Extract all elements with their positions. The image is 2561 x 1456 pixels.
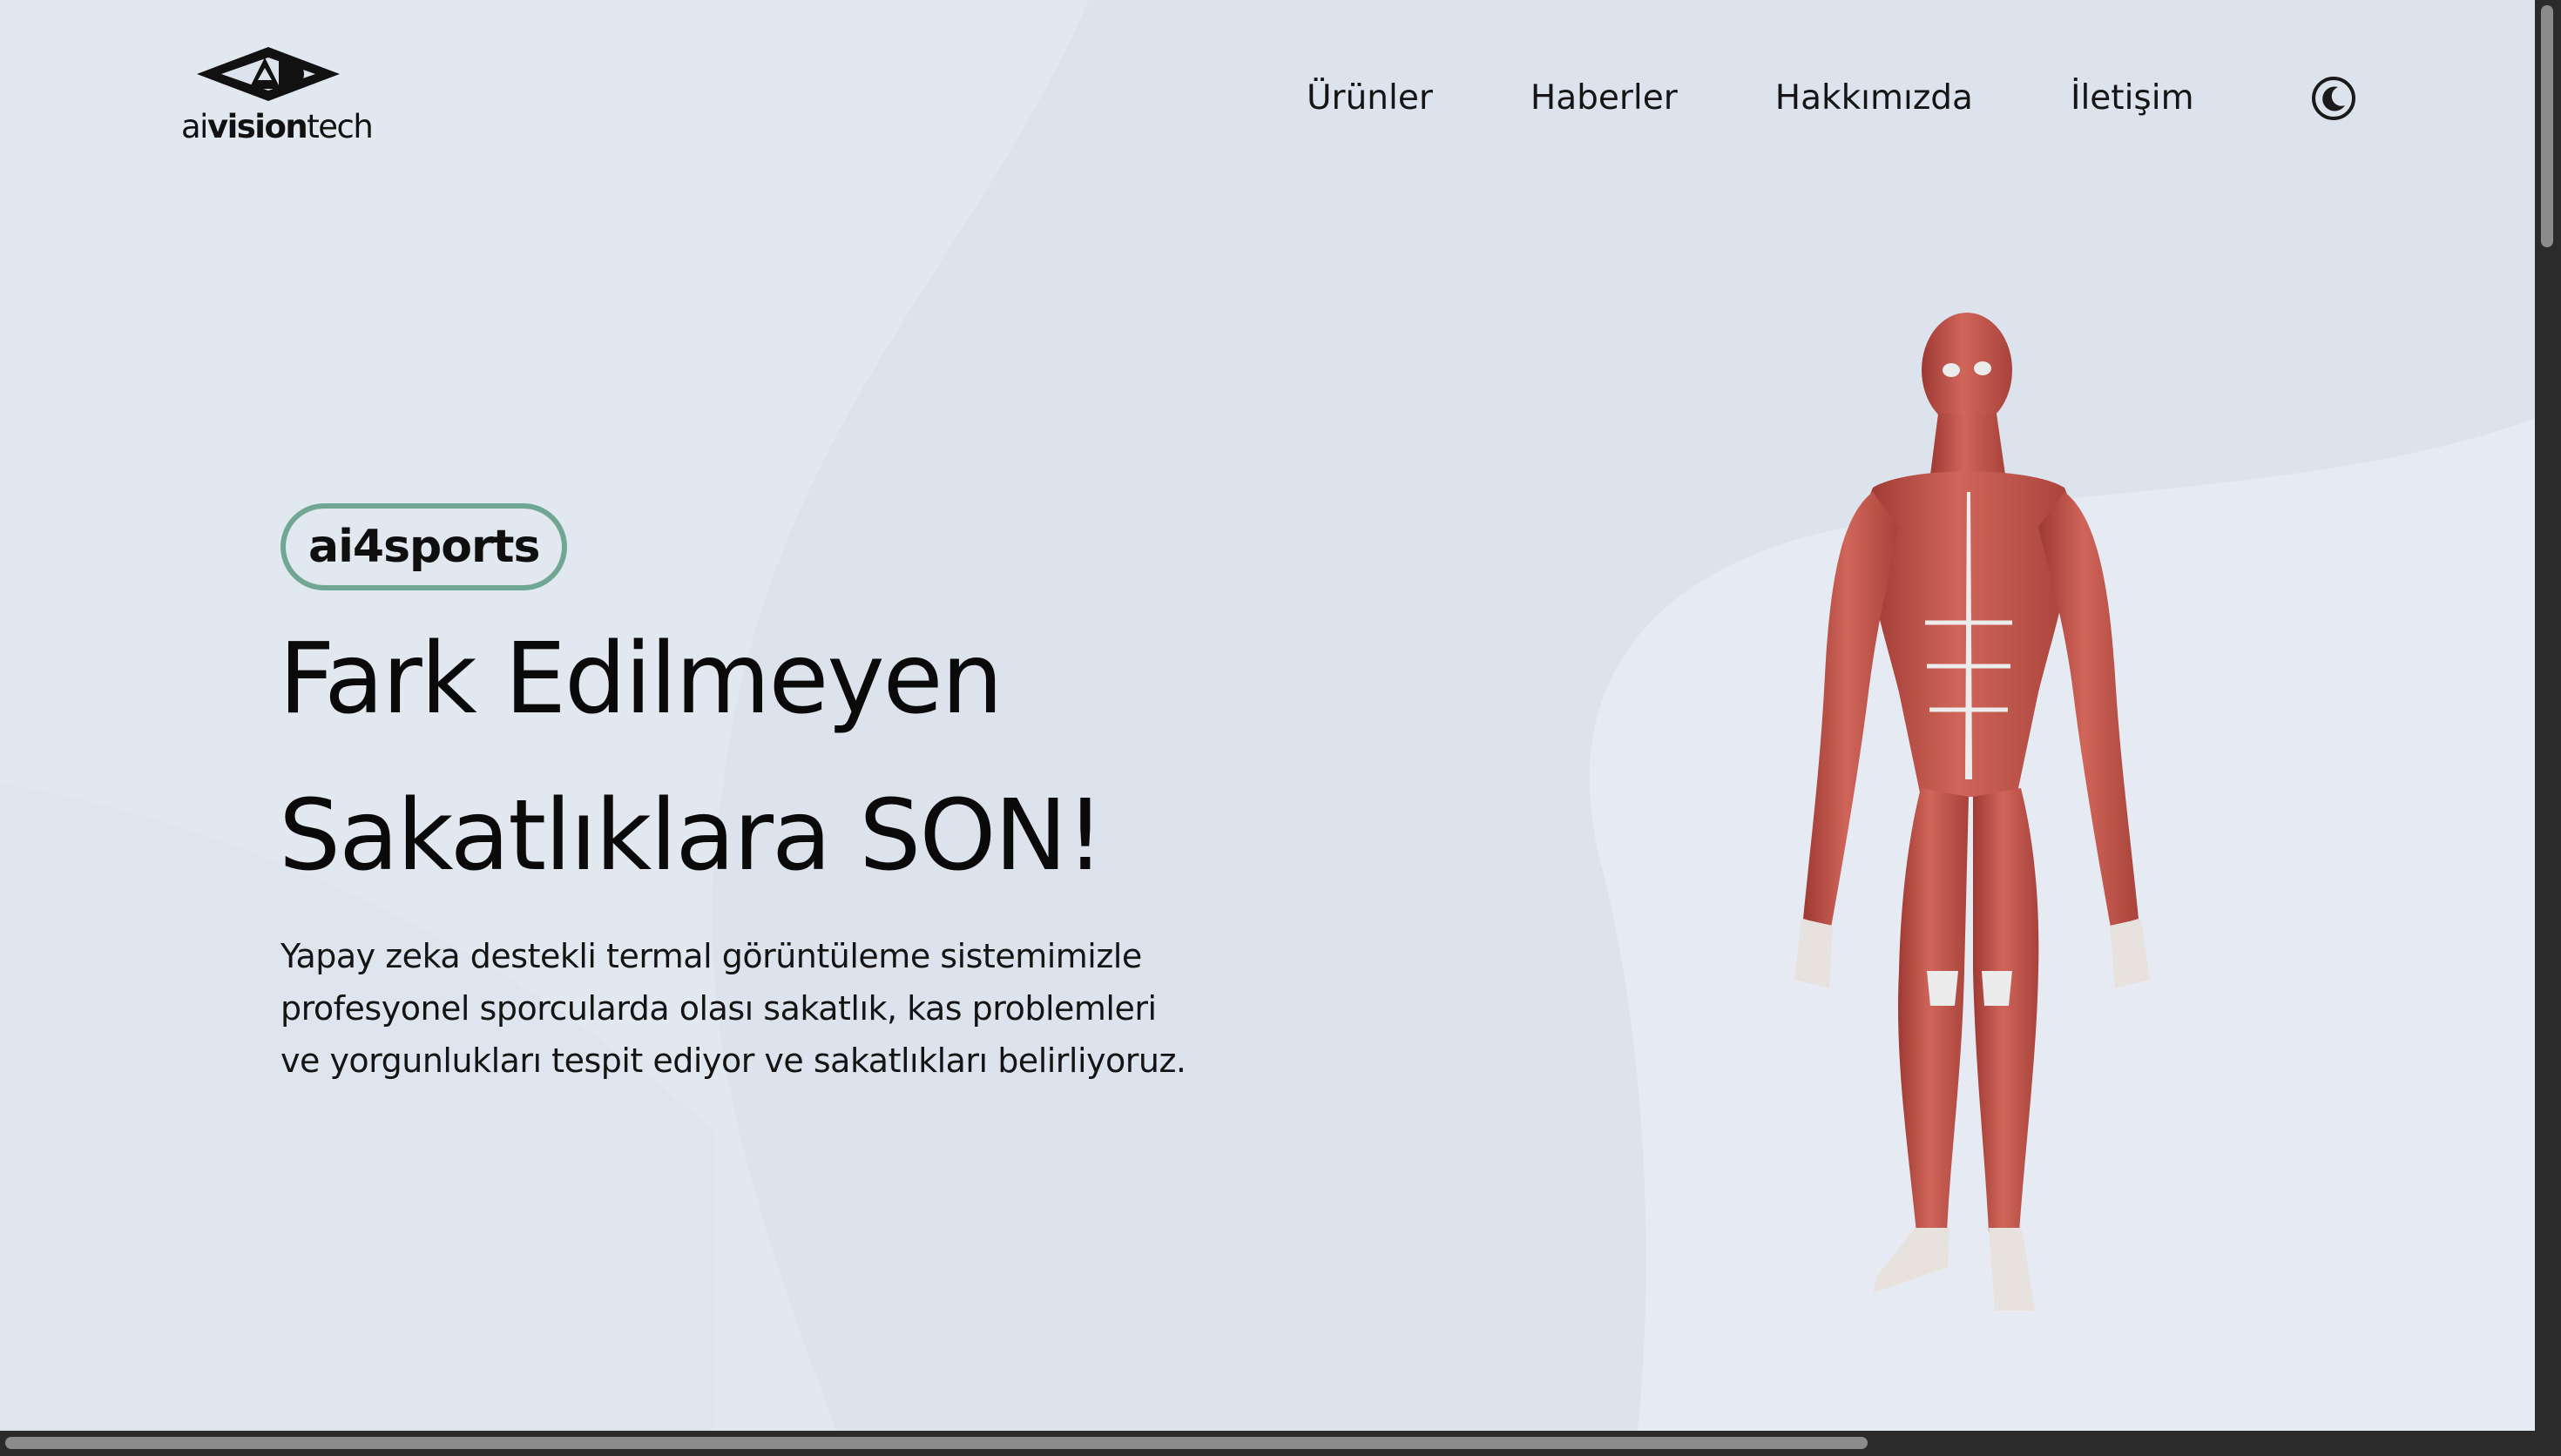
hero-description-line-1: Yapay zeka destekli termal görüntüleme s… xyxy=(280,937,1142,975)
nav-link-contact[interactable]: İletişim xyxy=(2071,78,2194,118)
brand-word-tech: tech xyxy=(307,108,374,145)
vertical-scrollbar[interactable] xyxy=(2535,0,2561,1431)
page: aivisiontech Ürünler Haberler Hakkımızda… xyxy=(0,0,2535,1431)
brand-word-ai: ai xyxy=(181,108,208,145)
brand-wordmark: aivisiontech xyxy=(181,108,374,145)
horizontal-scrollbar[interactable] xyxy=(0,1431,2535,1456)
hero-title: Fark Edilmeyen Sakatlıklara SON! xyxy=(279,601,1105,914)
hero-title-line-2: Sakatlıklara SON! xyxy=(279,779,1105,893)
hero-description-line-2: profesyonel sporcularda olası sakatlık, … xyxy=(280,989,1157,1028)
nav-link-news[interactable]: Haberler xyxy=(1531,78,1678,118)
theme-toggle-button[interactable] xyxy=(2310,75,2357,122)
brand-logo[interactable]: aivisiontech xyxy=(181,45,374,150)
scrollbar-corner xyxy=(2535,1431,2561,1456)
main-navigation: Ürünler Haberler Hakkımızda İletişim xyxy=(1307,71,2292,124)
nav-link-products[interactable]: Ürünler xyxy=(1307,78,1433,118)
brand-word-vision: vision xyxy=(206,108,308,145)
hero-title-line-1: Fark Edilmeyen xyxy=(279,623,1003,736)
nav-link-about[interactable]: Hakkımızda xyxy=(1775,78,1973,118)
ai-monogram-icon xyxy=(197,47,340,101)
hero-description-line-3: ve yorgunlukları tespit ediyor ve sakatl… xyxy=(280,1041,1186,1080)
horizontal-scrollbar-thumb[interactable] xyxy=(5,1437,1868,1449)
moon-icon xyxy=(2312,77,2355,120)
hero-description: Yapay zeka destekli termal görüntüleme s… xyxy=(280,930,1326,1087)
muscle-anatomy-figure xyxy=(1794,313,2150,1311)
vertical-scrollbar-thumb[interactable] xyxy=(2541,5,2553,247)
product-badge: ai4sports xyxy=(280,503,568,590)
